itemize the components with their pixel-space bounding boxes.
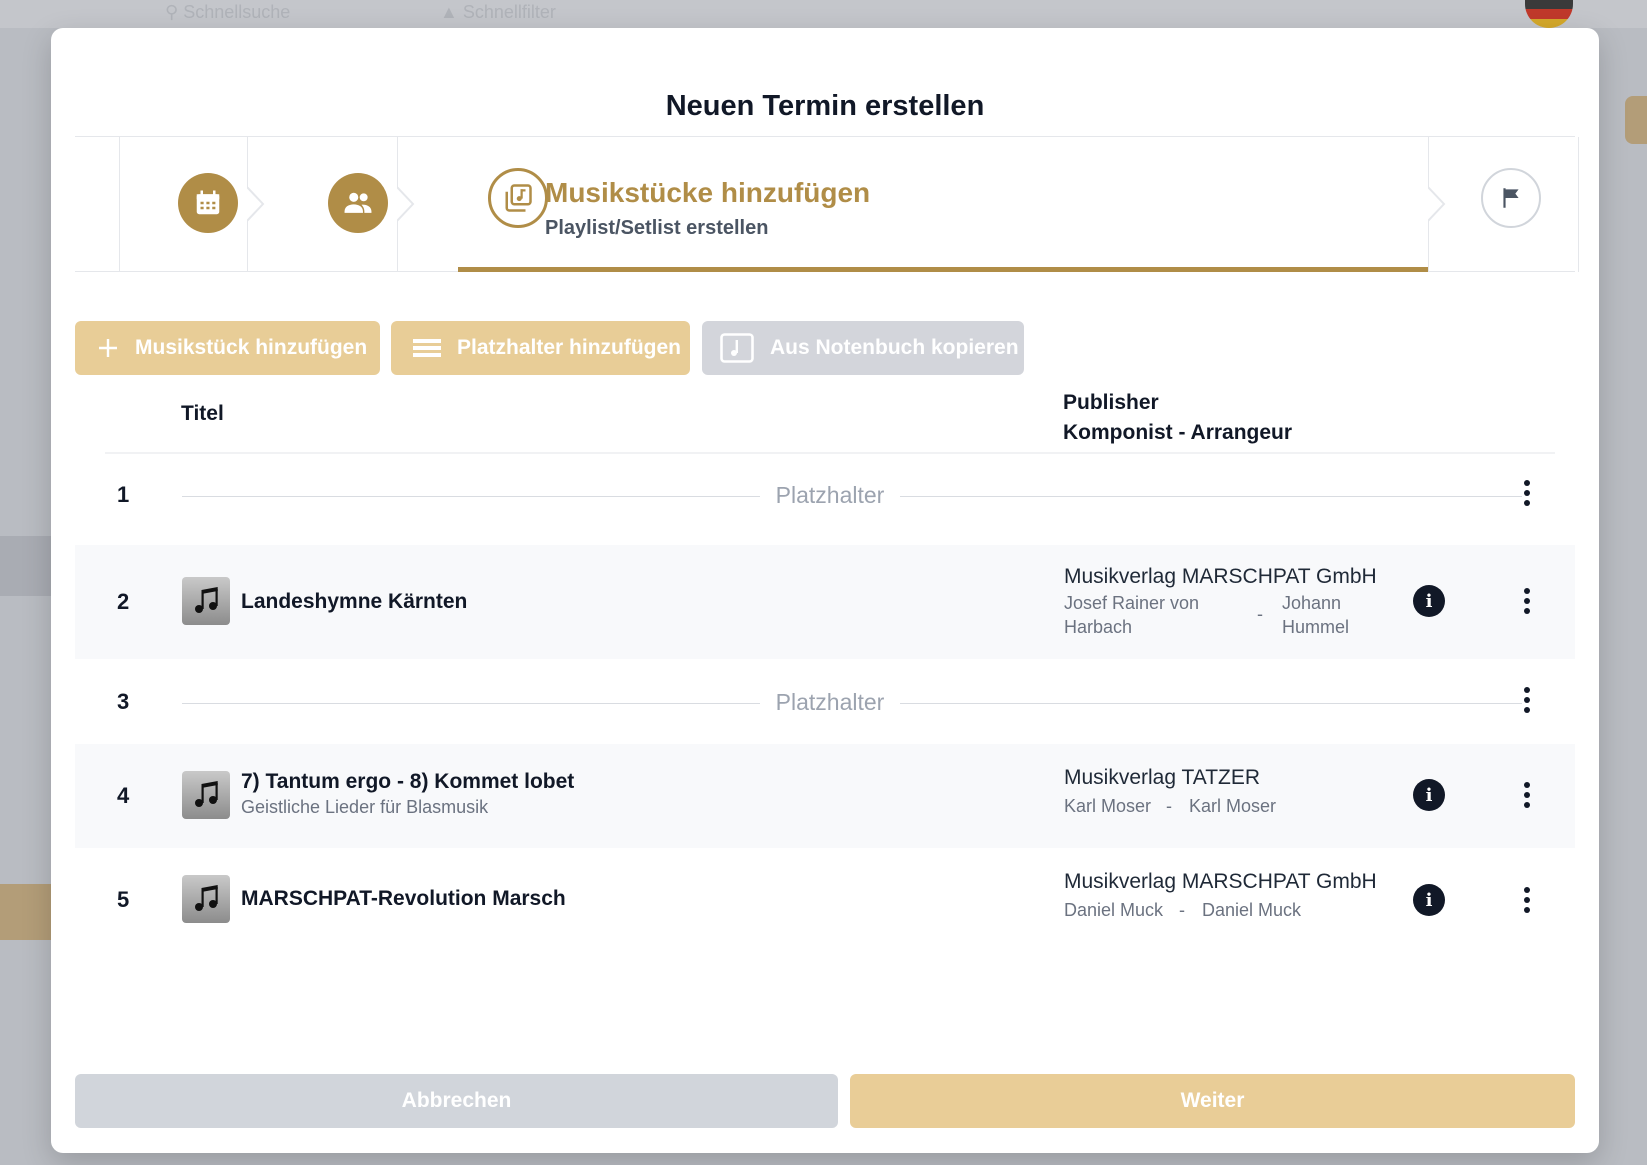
background-button (1625, 96, 1647, 144)
arranger-name: Daniel Muck (1202, 900, 1302, 920)
background-search: ⚲ Schnellsuche (165, 2, 291, 22)
more-options-icon[interactable] (1515, 684, 1539, 716)
arranger-name: Karl Moser (1189, 796, 1277, 816)
table-row[interactable]: 1 Platzhalter (75, 456, 1575, 534)
people-icon (344, 192, 372, 213)
background-filter: ▲ Schnellfilter (440, 2, 556, 22)
step-subtitle: Playlist/Setlist erstellen (545, 217, 769, 239)
step-music[interactable] (488, 168, 548, 228)
row-number: 2 (117, 589, 130, 614)
calendar-icon (196, 190, 220, 215)
song-subtitle: Geistliche Lieder für Blasmusik (241, 797, 489, 817)
placeholder-label: Platzhalter (760, 689, 900, 716)
publisher-name: Musikverlag MARSCHPAT GmbH (1064, 565, 1377, 588)
name-separator: - (1257, 604, 1263, 624)
table-row[interactable]: 3 Platzhalter (75, 663, 1575, 741)
add-piece-label: Musikstück hinzufügen (135, 336, 368, 359)
background-panel (0, 536, 52, 596)
placeholder-lines-icon (413, 338, 441, 358)
next-button[interactable]: Weiter (850, 1074, 1575, 1128)
table-row[interactable]: 4 7) Tantum ergo - 8) Kommet lobet Geist… (75, 744, 1575, 848)
music-note-icon (182, 577, 230, 625)
copy-from-book-button[interactable]: Aus Notenbuch kopieren (702, 321, 1024, 375)
step-date[interactable] (178, 173, 238, 233)
table-row[interactable]: 5 MARSCHPAT-Revolution Marsch Musikverla… (75, 850, 1575, 954)
music-note-box-icon (720, 333, 754, 363)
info-icon[interactable]: i (1413, 585, 1445, 617)
table-row[interactable]: 2 Landeshymne Kärnten Musikverlag MARSCH… (75, 545, 1575, 659)
column-header-composer-label: Komponist - Arrangeur (1063, 421, 1293, 444)
more-options-icon[interactable] (1515, 585, 1539, 617)
song-title: MARSCHPAT-Revolution Marsch (241, 887, 566, 910)
music-note-icon (182, 875, 230, 923)
music-library-icon (505, 184, 532, 212)
step-chevron (397, 137, 415, 272)
wizard-stepper: Musikstücke hinzufügen Playlist/Setlist … (75, 136, 1579, 272)
column-header-title: Titel (181, 402, 224, 425)
plus-icon (97, 337, 119, 359)
more-options-icon[interactable] (1515, 884, 1539, 916)
placeholder-label: Platzhalter (760, 482, 900, 509)
step-chevron (1428, 137, 1446, 272)
modal-title: Neuen Termin erstellen (665, 90, 985, 122)
publisher-name: Musikverlag TATZER (1064, 766, 1261, 789)
step-divider (1578, 137, 1579, 272)
column-header-publisher-label: Publisher (1063, 391, 1159, 414)
step-divider (119, 137, 120, 272)
create-event-modal: Neuen Termin erstellen Musikstücke hinzu… (51, 28, 1599, 1153)
name-separator: - (1179, 900, 1185, 920)
step-participants[interactable] (328, 173, 388, 233)
info-icon[interactable]: i (1413, 884, 1445, 916)
active-step-indicator (458, 267, 1428, 272)
row-number: 3 (117, 689, 130, 714)
flag-icon (1503, 188, 1519, 208)
step-chevron (247, 137, 265, 272)
background-panel-accent (0, 884, 52, 940)
column-header-publisher: Publisher Komponist - Arrangeur (1063, 388, 1292, 448)
composer-name: Josef Rainer von Harbach (1064, 593, 1200, 637)
cancel-button[interactable]: Abbrechen (75, 1074, 838, 1128)
add-placeholder-label: Platzhalter hinzufügen (457, 336, 682, 359)
more-options-icon[interactable] (1515, 477, 1539, 509)
name-separator: - (1166, 796, 1172, 816)
composer-name: Karl Moser (1064, 796, 1152, 816)
music-note-icon (182, 771, 230, 819)
row-number: 1 (117, 482, 130, 507)
more-options-icon[interactable] (1515, 779, 1539, 811)
row-number: 5 (117, 887, 130, 912)
song-title: Landeshymne Kärnten (241, 590, 468, 613)
header-divider (105, 452, 1555, 454)
step-finish[interactable] (1481, 168, 1541, 228)
info-icon[interactable]: i (1413, 779, 1445, 811)
row-number: 4 (117, 783, 130, 808)
add-placeholder-button[interactable]: Platzhalter hinzufügen (391, 321, 690, 375)
song-title: 7) Tantum ergo - 8) Kommet lobet (241, 770, 575, 793)
step-title: Musikstücke hinzufügen (545, 177, 871, 208)
copy-from-book-label: Aus Notenbuch kopieren (770, 336, 1019, 359)
arranger-name: Johann Hummel (1282, 593, 1350, 637)
publisher-name: Musikverlag MARSCHPAT GmbH (1064, 870, 1377, 893)
add-piece-button[interactable]: Musikstück hinzufügen (75, 321, 380, 375)
composer-name: Daniel Muck (1064, 900, 1164, 920)
